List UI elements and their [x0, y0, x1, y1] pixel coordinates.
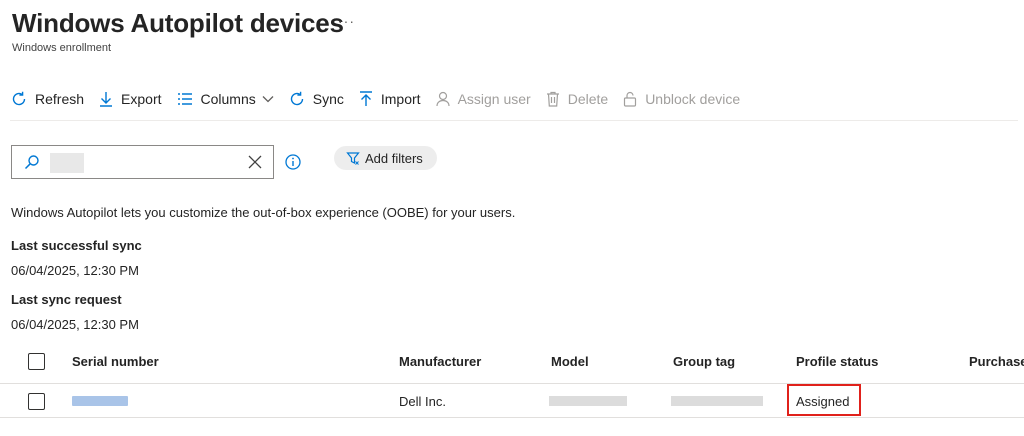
export-label: Export	[121, 91, 162, 107]
last-sync-request-value: 06/04/2025, 12:30 PM	[11, 317, 139, 332]
toolbar-divider	[10, 120, 1018, 121]
columns-icon	[177, 93, 192, 105]
chevron-down-icon	[262, 96, 274, 103]
import-label: Import	[380, 91, 421, 107]
serial-number-link-redacted[interactable]	[72, 396, 128, 406]
assign-user-button[interactable]: Assign user	[435, 90, 531, 108]
command-bar: Refresh Export Columns Sync Import Assig…	[10, 86, 754, 112]
import-button[interactable]: Import	[358, 90, 421, 108]
columns-button[interactable]: Columns	[176, 90, 274, 108]
info-icon[interactable]	[284, 153, 302, 171]
trash-icon	[546, 91, 559, 107]
column-header-purchase[interactable]: Purchase	[969, 354, 1024, 369]
profile-status-cell: Assigned	[796, 394, 850, 409]
filter-icon	[346, 152, 360, 165]
refresh-icon	[12, 91, 26, 106]
sync-label: Sync	[312, 91, 344, 107]
select-all-checkbox[interactable]	[28, 353, 45, 370]
manufacturer-cell: Dell Inc.	[399, 394, 446, 409]
column-header-model[interactable]: Model	[551, 354, 589, 369]
page-description: Windows Autopilot lets you customize the…	[11, 205, 516, 220]
group-tag-cell-redacted	[671, 396, 763, 406]
sync-button[interactable]: Sync	[288, 90, 344, 108]
delete-label: Delete	[567, 91, 609, 107]
search-box[interactable]	[11, 145, 274, 179]
more-options-button[interactable]: ···	[338, 13, 355, 29]
column-header-group-tag[interactable]: Group tag	[673, 354, 735, 369]
search-value-redacted	[50, 153, 84, 173]
last-successful-sync-label: Last successful sync	[11, 238, 142, 253]
refresh-label: Refresh	[35, 91, 85, 107]
search-icon	[24, 155, 39, 170]
page-subtitle: Windows enrollment	[12, 42, 112, 54]
unblock-device-label: Unblock device	[645, 91, 741, 107]
assign-user-label: Assign user	[457, 91, 531, 107]
model-cell-redacted	[549, 396, 627, 406]
export-button[interactable]: Export	[98, 90, 162, 108]
table-header: Serial number Manufacturer Model Group t…	[0, 340, 1024, 384]
last-sync-request-label: Last sync request	[11, 292, 122, 307]
unblock-device-button[interactable]: Unblock device	[622, 90, 740, 108]
last-successful-sync-value: 06/04/2025, 12:30 PM	[11, 263, 139, 278]
refresh-button[interactable]: Refresh	[10, 90, 84, 108]
column-header-serial-number[interactable]: Serial number	[72, 354, 159, 369]
download-icon	[100, 92, 113, 107]
person-icon	[435, 91, 450, 107]
close-icon[interactable]	[247, 154, 263, 170]
delete-button[interactable]: Delete	[545, 90, 608, 108]
lock-icon	[624, 91, 637, 107]
column-header-profile-status[interactable]: Profile status	[796, 354, 878, 369]
table-row[interactable]: Dell Inc. Assigned	[0, 384, 1024, 418]
add-filters-label: Add filters	[365, 150, 423, 166]
columns-label: Columns	[200, 91, 256, 107]
row-checkbox[interactable]	[28, 393, 45, 410]
sync-icon	[290, 91, 303, 106]
page-title: Windows Autopilot devices	[12, 8, 344, 38]
column-header-manufacturer[interactable]: Manufacturer	[399, 354, 481, 369]
add-filters-button[interactable]: Add filters	[334, 146, 437, 170]
upload-icon	[359, 91, 372, 106]
